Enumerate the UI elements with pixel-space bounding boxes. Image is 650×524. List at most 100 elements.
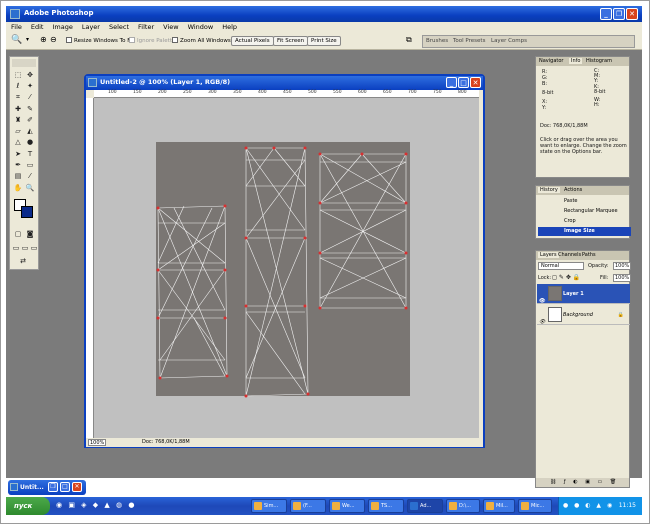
zoom-level-field[interactable]: 100% [88,439,106,446]
history-brush-icon[interactable]: ✐ [25,115,35,125]
blur-tool-icon[interactable]: △ [13,137,23,147]
info-help-text: Click or drag over the area you want to … [540,137,627,155]
paint-bucket-icon[interactable]: ◭ [25,126,35,136]
tab-actions[interactable]: Actions [564,187,582,193]
crop-tool-icon[interactable]: ⌗ [13,92,23,102]
menu-item[interactable]: Help [222,22,237,33]
menu-item[interactable]: Select [109,22,129,33]
zoom-all-checkbox[interactable]: Zoom All Windows [172,37,231,44]
notes-tool-icon[interactable]: ▤ [13,171,23,181]
zoom-in-icon[interactable]: ⊕ [40,35,47,44]
history-item[interactable]: Crop [538,217,631,226]
taskbar-item[interactable]: D:\... [446,499,480,513]
tab-tool-presets[interactable]: Tool Presets [453,38,485,44]
tab-brushes[interactable]: Brushes [426,38,448,44]
menu-item[interactable]: Edit [31,22,44,33]
menu-item[interactable]: View [163,22,178,33]
menu-item[interactable]: Filter [138,22,154,33]
eye-icon[interactable]: 👁 [539,312,545,332]
history-item[interactable]: Rectangular Marquee [538,207,631,216]
history-item[interactable]: Paste [538,197,631,206]
taskbar-item[interactable]: Mil... [483,499,515,513]
clone-stamp-icon[interactable]: ♜ [13,115,23,125]
menu-item[interactable]: Image [52,22,72,33]
opacity-input[interactable]: 100% [613,262,632,270]
zoom-tool-icon[interactable]: 🔍 [11,35,22,45]
chevron-down-icon[interactable]: ▾ [26,36,29,43]
shape-tool-icon[interactable]: ▭ [25,160,35,170]
resize-windows-checkbox[interactable]: Resize Windows To Fit [66,37,134,44]
pen-tool-icon[interactable]: ✒ [13,160,23,170]
slice-tool-icon[interactable]: ⁄ [25,92,35,102]
menu-item[interactable]: Window [188,22,214,33]
taskbar-item[interactable]: (F... [290,499,326,513]
maximize-icon[interactable]: □ [60,482,70,492]
minimize-icon[interactable]: _ [600,8,612,20]
quick-launch-icons[interactable]: ◉ ▣ ◈ ◆ ▲ ◍ ● [56,501,136,509]
menu-item[interactable]: Layer [82,22,100,33]
menu-item[interactable]: File [11,22,22,33]
ignore-palettes-checkbox[interactable]: Ignore Palettes [129,37,178,44]
tab-layers[interactable]: Layers [538,252,559,258]
tab-histogram[interactable]: Histogram [586,58,612,64]
tab-layer-comps[interactable]: Layer Comps [491,38,527,44]
screen-mode-3-icon[interactable]: ▭ [29,243,39,253]
path-select-icon[interactable]: ➤ [13,149,23,159]
standard-mode-icon[interactable]: ▢ [13,229,23,239]
ruler-label: 350 [233,90,242,95]
hand-tool-icon[interactable]: ✋ [13,183,23,193]
marquee-tool-icon[interactable]: ⬚ [13,70,23,80]
taskbar-item-active[interactable]: Ad... [407,499,443,513]
tray-icons[interactable]: ● ● ◐ ▲ ◉ [563,497,614,515]
doc-minimize-icon[interactable]: _ [446,77,457,88]
brush-tool-icon[interactable]: ✎ [25,104,35,114]
palette-well-icon[interactable]: ⧉ [406,35,412,45]
doc-close-icon[interactable]: ✕ [470,77,481,88]
tab-navigator[interactable]: Navigator [539,58,563,64]
restore-icon[interactable]: ❐ [48,482,58,492]
type-tool-icon[interactable]: T [25,149,35,159]
clock[interactable]: 11:15 [619,502,636,509]
zoom-out-icon[interactable]: ⊖ [50,35,57,44]
start-button[interactable]: пуск [6,497,50,515]
layers-footer-icons[interactable]: ⛓ ƒ ◐ ▣ ▭ 🗑 [536,478,629,487]
app-title: Adobe Photoshop [24,9,94,17]
tab-info[interactable]: Info [569,58,583,64]
taskbar-item[interactable]: We... [329,499,365,513]
healing-brush-icon[interactable]: ✚ [13,104,23,114]
eyedropper-icon[interactable]: ⁄ [25,171,35,181]
minimized-document[interactable]: Untit... ❐ □ ✕ [8,480,86,495]
move-tool-icon[interactable]: ✥ [25,70,35,80]
fit-screen-button[interactable]: Fit Screen [273,36,309,46]
layer-row-layer1[interactable]: 👁 Layer 1 [537,284,630,304]
blend-mode-select[interactable]: Normal [538,262,584,270]
taskbar-item[interactable]: Mic... [518,499,552,513]
zoom-tool-box-icon[interactable]: 🔍 [25,183,35,193]
layer-row-background[interactable]: 👁 Background 🔒 [537,305,630,325]
canvas-area[interactable] [94,98,479,438]
background-color-icon[interactable] [21,206,33,218]
layer-name: Background [563,312,593,318]
restore-icon[interactable]: ❐ [613,8,625,20]
close-icon[interactable]: ✕ [626,8,638,20]
lasso-tool-icon[interactable]: ℓ [13,81,23,91]
eraser-tool-icon[interactable]: ▱ [13,126,23,136]
tab-paths[interactable]: Paths [582,252,596,258]
print-size-button[interactable]: Print Size [307,36,341,46]
close-icon[interactable]: ✕ [72,482,82,492]
fill-input[interactable]: 100% [613,274,632,282]
taskbar-item[interactable]: Sim... [251,499,287,513]
taskbar-item[interactable]: TS... [368,499,404,513]
quick-mask-icon[interactable]: ◙ [25,229,35,239]
dodge-tool-icon[interactable]: ● [25,137,35,147]
jump-to-imageready-icon[interactable]: ⇄ [18,256,28,266]
history-item-selected[interactable]: Image Size [538,227,631,236]
task-icon [410,502,418,510]
lock-icons[interactable]: ◻ ✎ ✥ 🔒 [552,274,580,281]
tab-channels[interactable]: Channels [558,252,581,258]
tab-history[interactable]: History [538,187,560,193]
actual-pixels-button[interactable]: Actual Pixels [231,36,274,46]
magic-wand-icon[interactable]: ✦ [25,81,35,91]
doc-size-info[interactable]: Doc: 768,0K/1,88M [142,438,190,447]
doc-maximize-icon[interactable]: □ [458,77,469,88]
